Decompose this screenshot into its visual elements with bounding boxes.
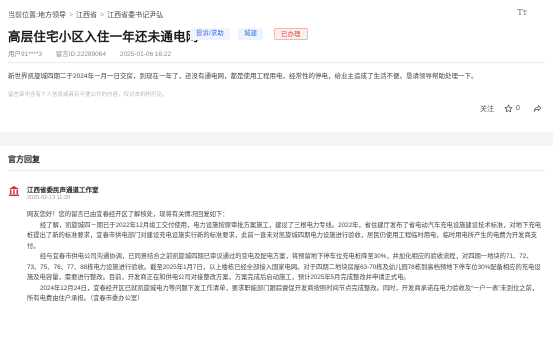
breadcrumb-item-leader[interactable]: 江西省委书记尹弘	[107, 10, 163, 20]
star-icon	[504, 104, 513, 113]
privacy-notice: 留言审中含有个人信息或具有不便公开的内容，仅对本机构可见。	[8, 92, 168, 98]
follow-button[interactable]: 关注	[480, 104, 494, 114]
category-tag: 投诉/求助	[190, 28, 230, 40]
breadcrumb-item-local-leaders[interactable]: 地方领导	[38, 10, 66, 20]
section-title: 官方回复	[8, 155, 40, 164]
like-button[interactable]: 0	[504, 104, 520, 113]
government-building-icon	[8, 184, 20, 196]
breadcrumb-separator-icon: >	[68, 11, 74, 19]
share-icon	[533, 104, 542, 113]
reply-date: 2025-02-13 11:39	[27, 195, 71, 201]
status-badge: 已办理	[274, 28, 308, 40]
font-size-icon[interactable]: Tт	[517, 8, 527, 17]
page-title: 高层住宅小区入住一年还未通电网	[8, 30, 199, 44]
message-content: 新世界凯旋城四期二于2024年一月一日交房，到现在一年了，还没有通电网，都是使用…	[8, 73, 478, 80]
breadcrumb: 当前位置: 地方领导 > 江西省 > 江西省委书记尹弘	[8, 10, 163, 20]
reply-paragraph: 2024年12月24日，宜春经开区已就凯旋城电力等问题下发工作清单，要求职能部门…	[27, 284, 539, 303]
reply-paragraph: 经了解，凯旋城四－期已于2022年12月竣工交付使用，电力设施按原审批方案施工，…	[27, 221, 541, 250]
breadcrumb-prefix: 当前位置:	[8, 12, 38, 19]
section-divider	[0, 132, 553, 146]
breadcrumb-separator-icon: >	[100, 11, 105, 19]
message-id: 留言ID:22289064	[55, 51, 107, 58]
share-button[interactable]	[533, 104, 542, 113]
divider	[8, 170, 545, 171]
breadcrumb-item-province[interactable]: 江西省	[76, 10, 97, 20]
reply-org-name: 江西省委民声通道工作室	[27, 187, 99, 194]
reply-content: 网友您好！您的留言已由宜春经开区了解核处，现将有关情况回复如下： 经了解，凯旋城…	[27, 210, 543, 305]
field-tag: 城建	[238, 28, 263, 40]
reply-paragraph: 经与宜春市供电公司沟通协调，已同意结合之前凯旋城四期已审议通过的变电及配电方案，…	[27, 253, 541, 281]
like-count: 0	[516, 105, 520, 112]
author-name: 用户91****3	[8, 51, 42, 58]
message-date: 2025-01-06 16:22	[119, 51, 172, 58]
message-meta: 用户91****3 留言ID:22289064 2025-01-06 16:22	[8, 48, 183, 58]
divider	[8, 62, 545, 63]
reply-paragraph: 网友您好！您的留言已由宜春经开区了解核处，现将有关情况回复如下：	[27, 211, 229, 218]
